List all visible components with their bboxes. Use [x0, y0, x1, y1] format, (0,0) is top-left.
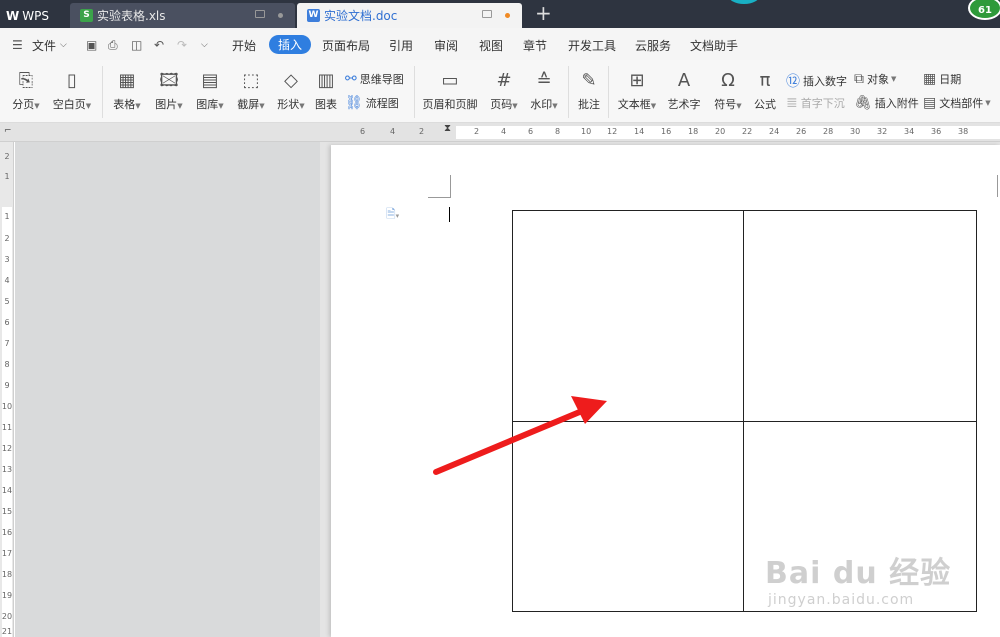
baidu-watermark-url: jingyan.baidu.com — [768, 592, 915, 608]
baidu-watermark: Bai du 经验 — [765, 556, 952, 591]
annotation-arrow-icon — [433, 396, 607, 475]
